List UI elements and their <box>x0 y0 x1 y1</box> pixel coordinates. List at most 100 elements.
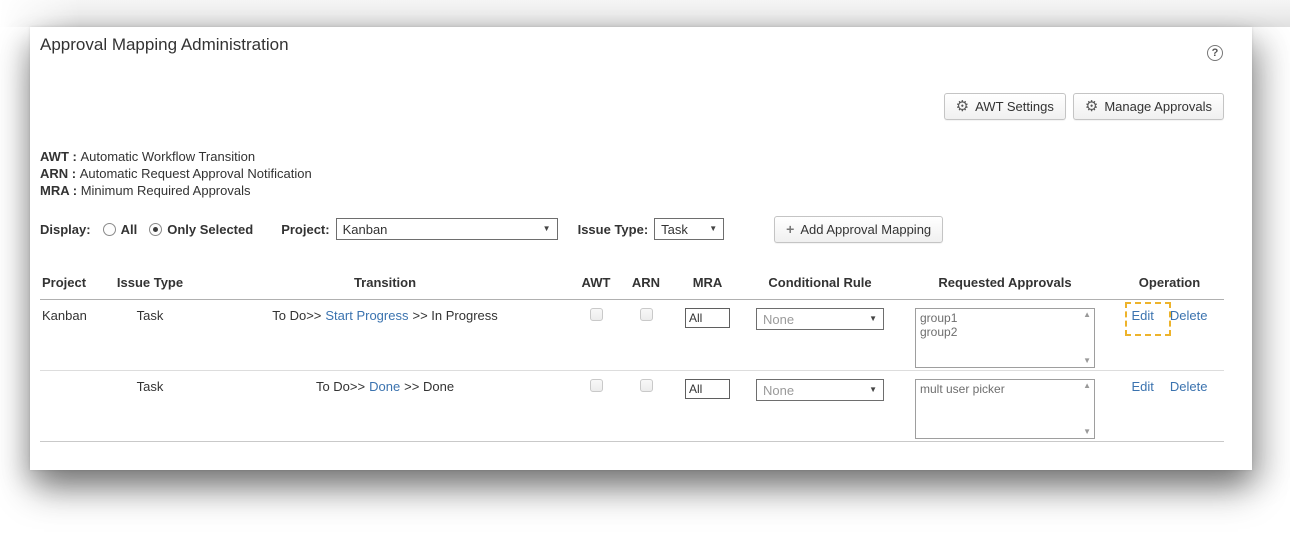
awt-checkbox[interactable] <box>590 308 603 321</box>
project-cell <box>40 371 100 442</box>
requested-approvals-listbox[interactable]: group1 group2 ▲ ▼ <box>915 308 1095 368</box>
add-approval-mapping-label: Add Approval Mapping <box>800 222 931 237</box>
arn-cell <box>622 300 670 371</box>
table-row: Kanban Task To Do>> Start Progress >> In P… <box>40 300 1224 371</box>
top-shadow-band <box>0 0 1290 27</box>
transition-to: >> In Progress <box>412 308 497 323</box>
col-header-project: Project <box>40 275 100 300</box>
requested-approvals-listbox[interactable]: mult user picker ▲ ▼ <box>915 379 1095 439</box>
legend-definition: Minimum Required Approvals <box>81 183 251 198</box>
conditional-rule-cell: None ▼ <box>745 371 895 442</box>
mra-input[interactable] <box>685 379 730 399</box>
col-header-issue-type: Issue Type <box>100 275 200 300</box>
requested-approvals-value: mult user picker <box>920 382 1078 396</box>
caret-down-icon: ▼ <box>543 225 551 233</box>
edit-link[interactable]: Edit <box>1132 308 1154 323</box>
help-glyph: ? <box>1212 47 1219 59</box>
help-icon[interactable]: ? <box>1207 45 1223 61</box>
legend-definition: Automatic Workflow Transition <box>80 149 255 164</box>
caret-down-icon: ▼ <box>709 225 717 233</box>
caret-down-icon: ▼ <box>869 386 877 394</box>
manage-approvals-label: Manage Approvals <box>1104 99 1212 114</box>
arn-checkbox[interactable] <box>640 379 653 392</box>
legend-separator: : <box>69 149 81 164</box>
legend-separator: : <box>69 183 81 198</box>
toolbar: ⚙ AWT Settings ⚙ Manage Approvals <box>944 93 1224 120</box>
transition-link[interactable]: Done <box>369 379 400 394</box>
scroll-down-icon[interactable]: ▼ <box>1083 357 1091 365</box>
radio-all[interactable] <box>103 223 116 236</box>
edit-link-wrap: Edit <box>1132 379 1154 394</box>
legend-item-awt: AWT : Automatic Workflow Transition <box>40 148 312 165</box>
legend-separator: : <box>68 166 80 181</box>
delete-link[interactable]: Delete <box>1170 379 1208 394</box>
col-header-transition: Transition <box>200 275 570 300</box>
project-select-value: Kanban <box>343 222 388 237</box>
requested-approvals-cell: group1 group2 ▲ ▼ <box>895 300 1115 371</box>
operation-cell: Edit Delete <box>1115 300 1224 371</box>
col-header-conditional-rule: Conditional Rule <box>745 275 895 300</box>
scroll-up-icon[interactable]: ▲ <box>1083 382 1091 390</box>
project-cell: Kanban <box>40 300 100 371</box>
arn-checkbox[interactable] <box>640 308 653 321</box>
legend-item-arn: ARN : Automatic Request Approval Notific… <box>40 165 312 182</box>
mra-cell <box>670 300 745 371</box>
approval-mapping-panel: Approval Mapping Administration ? ⚙ AWT … <box>30 27 1252 470</box>
conditional-rule-cell: None ▼ <box>745 300 895 371</box>
issue-type-select-value: Task <box>661 222 688 237</box>
radio-all-label[interactable]: All <box>121 222 138 237</box>
conditional-rule-select[interactable]: None ▼ <box>756 379 884 401</box>
awt-cell <box>570 371 622 442</box>
legend-term: ARN <box>40 166 68 181</box>
filters-bar: Display: All Only Selected Project: Kanb… <box>40 216 943 242</box>
mra-input[interactable] <box>685 308 730 328</box>
transition-cell: To Do>> Start Progress >> In Progress <box>200 300 570 371</box>
plus-icon: + <box>786 222 794 236</box>
scroll-down-icon[interactable]: ▼ <box>1083 428 1091 436</box>
approval-mappings-table: Project Issue Type Transition AWT ARN MR… <box>40 275 1224 442</box>
awt-cell <box>570 300 622 371</box>
edit-link-wrap: Edit <box>1132 308 1154 323</box>
table-row: Task To Do>> Done >> Done None ▼ <box>40 371 1224 442</box>
awt-settings-button[interactable]: ⚙ AWT Settings <box>944 93 1066 120</box>
approval-mappings-table-wrap: Project Issue Type Transition AWT ARN MR… <box>40 275 1224 442</box>
awt-settings-label: AWT Settings <box>975 99 1054 114</box>
manage-approvals-button[interactable]: ⚙ Manage Approvals <box>1073 93 1224 120</box>
requested-approvals-cell: mult user picker ▲ ▼ <box>895 371 1115 442</box>
conditional-rule-value: None <box>763 383 794 398</box>
project-label: Project: <box>281 222 329 237</box>
gear-icon: ⚙ <box>956 99 969 114</box>
issue-type-cell: Task <box>100 371 200 442</box>
page-title: Approval Mapping Administration <box>40 35 289 55</box>
col-header-arn: ARN <box>622 275 670 300</box>
col-header-operation: Operation <box>1115 275 1224 300</box>
conditional-rule-select[interactable]: None ▼ <box>756 308 884 330</box>
radio-only-selected[interactable] <box>149 223 162 236</box>
mra-cell <box>670 371 745 442</box>
scroll-up-icon[interactable]: ▲ <box>1083 311 1091 319</box>
display-label: Display: <box>40 222 91 237</box>
col-header-awt: AWT <box>570 275 622 300</box>
issue-type-cell: Task <box>100 300 200 371</box>
radio-only-selected-label[interactable]: Only Selected <box>167 222 253 237</box>
caret-down-icon: ▼ <box>869 315 877 323</box>
delete-link[interactable]: Delete <box>1170 308 1208 323</box>
legend: AWT : Automatic Workflow Transition ARN … <box>40 148 312 199</box>
transition-link[interactable]: Start Progress <box>325 308 408 323</box>
transition-from: To Do>> <box>316 379 365 394</box>
arn-cell <box>622 371 670 442</box>
gear-icon: ⚙ <box>1085 99 1098 114</box>
conditional-rule-value: None <box>763 312 794 327</box>
table-header-row: Project Issue Type Transition AWT ARN MR… <box>40 275 1224 300</box>
legend-item-mra: MRA : Minimum Required Approvals <box>40 182 312 199</box>
add-approval-mapping-button[interactable]: + Add Approval Mapping <box>774 216 943 243</box>
transition-from: To Do>> <box>272 308 321 323</box>
edit-link[interactable]: Edit <box>1132 379 1154 394</box>
transition-cell: To Do>> Done >> Done <box>200 371 570 442</box>
issue-type-select[interactable]: Task ▼ <box>654 218 724 240</box>
transition-to: >> Done <box>404 379 454 394</box>
issue-type-label: Issue Type: <box>578 222 649 237</box>
legend-definition: Automatic Request Approval Notification <box>80 166 312 181</box>
project-select[interactable]: Kanban ▼ <box>336 218 558 240</box>
awt-checkbox[interactable] <box>590 379 603 392</box>
